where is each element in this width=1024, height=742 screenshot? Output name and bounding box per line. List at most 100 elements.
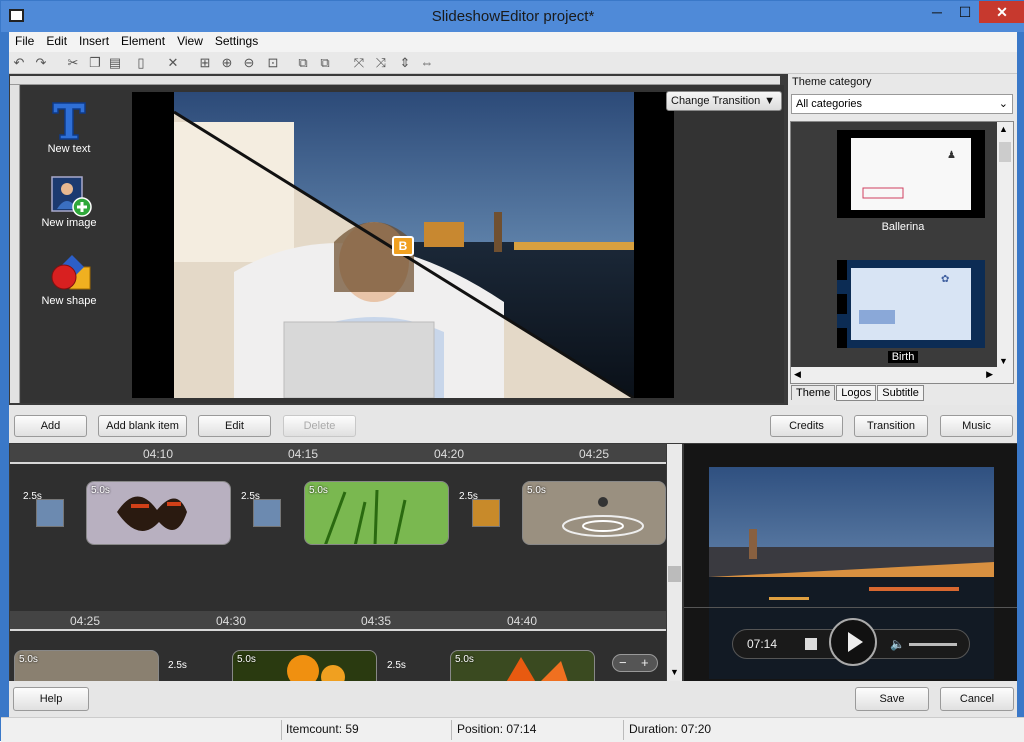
zoom-fit-icon[interactable]: ⊞ <box>197 55 213 71</box>
text-t-icon <box>50 101 88 140</box>
paste-icon[interactable]: ▤ <box>107 55 123 71</box>
player-time: 07:14 <box>747 637 778 651</box>
player-controls: 07:14 🔈 <box>732 618 970 666</box>
timeline-scroll-thumb[interactable] <box>668 566 681 582</box>
volume-slider[interactable] <box>909 643 957 646</box>
page-icon[interactable]: ▯ <box>133 55 149 71</box>
status-duration: Duration: 07:20 <box>629 722 712 736</box>
new-text-tool[interactable]: New text <box>29 101 109 155</box>
add-blank-item-button[interactable]: Add blank item <box>98 415 187 437</box>
scroll-up-icon[interactable]: ▲ <box>999 124 1008 134</box>
zoom-select-icon[interactable]: ⊡ <box>265 55 281 71</box>
theme-list[interactable]: ♟ Ballerina ✿ Birth ▲ ▼ ◀ ▶ <box>790 121 1014 384</box>
menu-bar: File Edit Insert Element View Settings <box>9 32 1017 52</box>
menu-settings[interactable]: Settings <box>209 32 264 48</box>
zoom-out-icon[interactable]: ⊖ <box>241 55 257 71</box>
clip-duration: 5.0s <box>19 654 38 665</box>
new-shape-tool[interactable]: New shape <box>29 253 109 307</box>
edit-button[interactable]: Edit <box>198 415 271 437</box>
transition-duration: 2.5s <box>168 660 187 671</box>
scroll-thumb[interactable] <box>999 142 1011 162</box>
bring-front-icon[interactable]: ⧉ <box>295 55 311 71</box>
mirror-icon[interactable]: ⤨ <box>373 55 389 71</box>
scroll-left-icon[interactable]: ◀ <box>794 369 801 380</box>
svg-text:✿: ✿ <box>941 274 949 285</box>
tab-subtitle[interactable]: Subtitle <box>877 385 924 401</box>
transition-duration: 2.5s <box>387 660 406 671</box>
menu-insert[interactable]: Insert <box>73 32 115 48</box>
tab-theme[interactable]: Theme <box>791 385 836 400</box>
align-vertical-icon[interactable]: ⇕ <box>397 55 413 71</box>
zoom-control: − + <box>612 654 658 672</box>
clip-grass[interactable]: 5.0s <box>304 481 449 545</box>
menu-view[interactable]: View <box>171 32 209 48</box>
undo-icon[interactable]: ↶ <box>11 55 27 71</box>
zoom-out-button[interactable]: − <box>619 655 627 670</box>
tab-logos[interactable]: Logos <box>836 385 877 401</box>
transition-item[interactable] <box>36 499 64 527</box>
theme-horizontal-scrollbar[interactable]: ◀ ▶ <box>791 367 1013 383</box>
copy-icon[interactable]: ❐ <box>87 55 103 71</box>
svg-text:♟: ♟ <box>947 150 956 161</box>
status-divider <box>451 720 452 740</box>
delete-icon[interactable]: ✕ <box>165 55 181 71</box>
status-bar: Itemcount: 59 Position: 07:14 Duration: … <box>1 717 1024 742</box>
close-button[interactable]: ✕ <box>979 1 1024 23</box>
theme-name-ballerina: Ballerina <box>881 221 925 233</box>
timeline[interactable]: 04:10 04:15 04:20 04:25 2.5s 5.0s 2.5s 5… <box>10 444 666 714</box>
play-button[interactable] <box>829 618 877 666</box>
chevron-down-icon: ⌄ <box>998 98 1008 110</box>
transition-marker-icon[interactable]: B <box>392 236 414 256</box>
add-button[interactable]: Add <box>14 415 87 437</box>
save-button[interactable]: Save <box>855 687 929 711</box>
help-button[interactable]: Help <box>13 687 89 711</box>
theme-thumb-ballerina[interactable]: ♟ <box>837 130 985 218</box>
cancel-button[interactable]: Cancel <box>940 687 1014 711</box>
theme-panel: Theme category All categories ⌄ ♟ Baller… <box>788 74 1017 405</box>
delete-button[interactable]: Delete <box>283 415 356 437</box>
new-text-label: New text <box>47 143 91 155</box>
maximize-button[interactable]: ☐ <box>951 1 979 23</box>
cut-icon[interactable]: ✂ <box>65 55 81 71</box>
toolbar: ↶ ↷ ✂ ❐ ▤ ▯ ✕ ⊞ ⊕ ⊖ ⊡ ⧉ ⧉ ⤧ ⤨ ⇕ ⇔ <box>9 52 1017 74</box>
music-button[interactable]: Music <box>940 415 1013 437</box>
title-bar: SlideshowEditor project* ─ ☐ ✕ <box>1 1 1024 32</box>
vertical-ruler <box>10 85 20 403</box>
preview-divider <box>684 607 1017 608</box>
align-horizontal-icon[interactable]: ⇔ <box>419 55 435 71</box>
status-divider <box>281 720 282 740</box>
clip-butterfly[interactable]: 5.0s <box>86 481 231 545</box>
transition-button[interactable]: Transition <box>854 415 928 437</box>
stop-icon[interactable] <box>805 638 817 650</box>
credits-button[interactable]: Credits <box>770 415 843 437</box>
zoom-in-icon[interactable]: ⊕ <box>219 55 235 71</box>
menu-file[interactable]: File <box>9 32 40 48</box>
flip-icon[interactable]: ⤧ <box>351 55 367 71</box>
change-transition-label: Change Transition <box>671 95 761 107</box>
send-back-icon[interactable]: ⧉ <box>317 55 333 71</box>
new-image-tool[interactable]: New image <box>29 175 109 229</box>
theme-vertical-scrollbar[interactable]: ▲ ▼ <box>997 122 1013 368</box>
status-divider <box>623 720 624 740</box>
scroll-right-icon[interactable]: ▶ <box>986 369 993 380</box>
ruler-time: 04:10 <box>143 447 174 461</box>
scroll-down-icon[interactable]: ▼ <box>670 667 679 677</box>
redo-icon[interactable]: ↷ <box>33 55 49 71</box>
dropdown-arrow-icon: ▼ <box>764 95 775 107</box>
transition-item[interactable] <box>472 499 500 527</box>
footer-bar: Help Save Cancel <box>9 681 1017 717</box>
minimize-button[interactable]: ─ <box>923 1 951 23</box>
menu-edit[interactable]: Edit <box>40 32 73 48</box>
clip-duration: 5.0s <box>527 485 546 496</box>
transition-item[interactable] <box>253 499 281 527</box>
theme-thumb-birth[interactable]: ✿ <box>837 260 985 348</box>
timeline-scrollbar[interactable]: ▼ <box>667 444 682 681</box>
theme-category-select[interactable]: All categories ⌄ <box>791 94 1013 114</box>
change-transition-button[interactable]: Change Transition ▼ <box>666 91 782 111</box>
menu-element[interactable]: Element <box>115 32 171 48</box>
clip-water-drop[interactable]: 5.0s <box>522 481 666 545</box>
clip-duration: 5.0s <box>237 654 256 665</box>
scroll-down-icon[interactable]: ▼ <box>999 356 1008 366</box>
volume-icon[interactable]: 🔈 <box>890 637 905 651</box>
zoom-in-button[interactable]: + <box>641 655 649 670</box>
